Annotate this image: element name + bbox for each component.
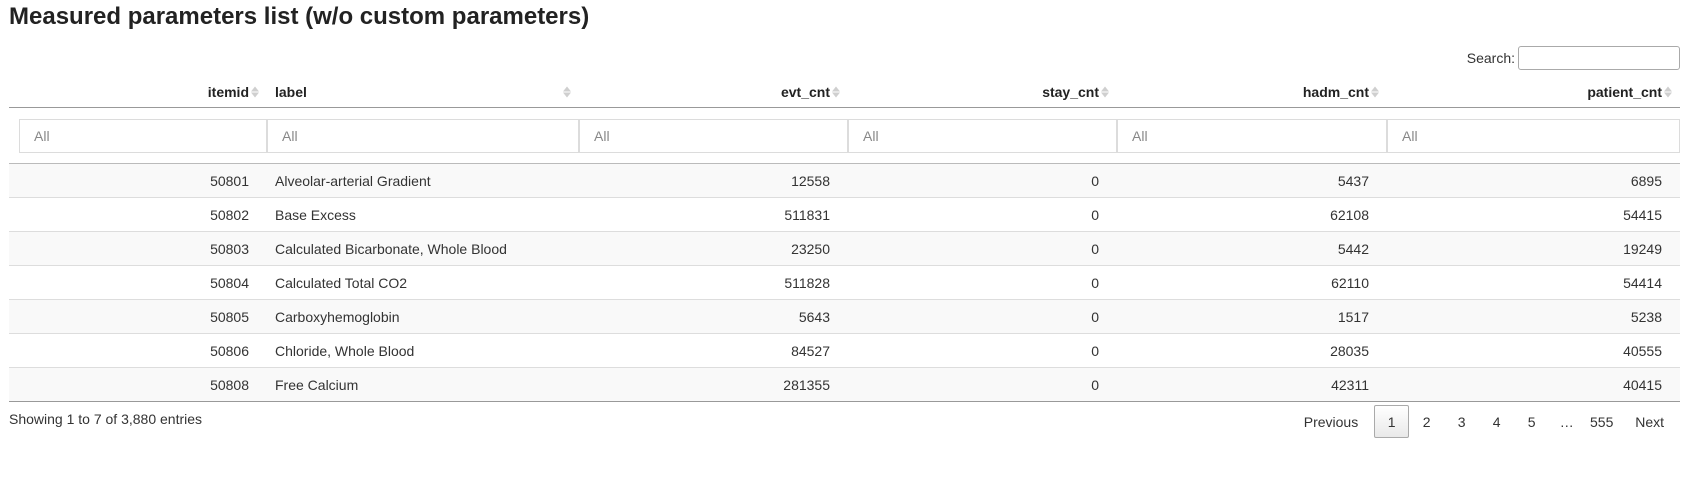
cell-patient-cnt: 40415 [1387, 367, 1680, 402]
filter-row: All All All All All All [9, 107, 1680, 164]
table-row: 50808 Free Calcium 281355 0 42311 40415 [9, 367, 1680, 402]
cell-patient-cnt: 40555 [1387, 333, 1680, 368]
cell-label: Calculated Bicarbonate, Whole Blood [267, 231, 579, 266]
parameters-table: itemid label evt_cnt stay_cnt hadm_cnt p… [9, 76, 1680, 402]
column-header-label: stay_cnt [1042, 83, 1099, 100]
cell-hadm-cnt: 62108 [1117, 197, 1387, 232]
column-header-label[interactable]: label [267, 76, 579, 108]
sort-icon[interactable] [1101, 86, 1109, 97]
column-header-hadm-cnt[interactable]: hadm_cnt [1117, 76, 1387, 108]
cell-itemid: 50806 [9, 333, 267, 368]
filter-input-label[interactable]: All [267, 118, 579, 153]
cell-patient-cnt: 54415 [1387, 197, 1680, 232]
cell-hadm-cnt: 5437 [1117, 163, 1387, 198]
table-row: 50803 Calculated Bicarbonate, Whole Bloo… [9, 231, 1680, 266]
table-body: 50801 Alveolar-arterial Gradient 12558 0… [9, 163, 1680, 402]
cell-label: Carboxyhemoglobin [267, 299, 579, 334]
cell-stay-cnt: 0 [848, 163, 1117, 198]
cell-stay-cnt: 0 [848, 231, 1117, 266]
pagination: Previous 1 2 3 4 5 … 555 Next [1288, 405, 1680, 438]
cell-itemid: 50802 [9, 197, 267, 232]
sort-icon[interactable] [1664, 86, 1672, 97]
cell-itemid: 50801 [9, 163, 267, 198]
cell-patient-cnt: 54414 [1387, 265, 1680, 300]
cell-hadm-cnt: 28035 [1117, 333, 1387, 368]
cell-itemid: 50803 [9, 231, 267, 266]
sort-icon[interactable] [1371, 86, 1379, 97]
search-label: Search: [1466, 50, 1515, 66]
pagination-ellipsis: … [1559, 413, 1574, 430]
sort-icon[interactable] [832, 86, 840, 97]
page-button-1[interactable]: 1 [1374, 405, 1410, 438]
column-header-stay-cnt[interactable]: stay_cnt [848, 76, 1117, 108]
filter-input-hadm-cnt[interactable]: All [1117, 118, 1387, 153]
cell-stay-cnt: 0 [848, 299, 1117, 334]
cell-label: Calculated Total CO2 [267, 265, 579, 300]
previous-button[interactable]: Previous [1288, 405, 1374, 438]
cell-hadm-cnt: 1517 [1117, 299, 1387, 334]
cell-evt-cnt: 23250 [579, 231, 848, 266]
column-header-evt-cnt[interactable]: evt_cnt [579, 76, 848, 108]
cell-evt-cnt: 84527 [579, 333, 848, 368]
cell-itemid: 50808 [9, 367, 267, 402]
cell-evt-cnt: 281355 [579, 367, 848, 402]
cell-stay-cnt: 0 [848, 367, 1117, 402]
column-header-label: evt_cnt [780, 83, 830, 100]
search-area: Search: [1467, 46, 1680, 70]
cell-patient-cnt: 5238 [1387, 299, 1680, 334]
search-input[interactable] [1518, 46, 1680, 70]
filter-input-stay-cnt[interactable]: All [848, 118, 1117, 153]
filter-input-itemid[interactable]: All [19, 118, 267, 153]
table-row: 50801 Alveolar-arterial Gradient 12558 0… [9, 163, 1680, 198]
page: Measured parameters list (w/o custom par… [0, 0, 1690, 484]
sort-icon[interactable] [251, 86, 259, 97]
cell-patient-cnt: 6895 [1387, 163, 1680, 198]
column-header-label: patient_cnt [1587, 83, 1662, 100]
cell-label: Chloride, Whole Blood [267, 333, 579, 368]
page-button-4[interactable]: 4 [1479, 405, 1514, 438]
table-row: 50802 Base Excess 511831 0 62108 54415 [9, 197, 1680, 232]
cell-stay-cnt: 0 [848, 197, 1117, 232]
cell-evt-cnt: 511831 [579, 197, 848, 232]
next-button[interactable]: Next [1619, 405, 1680, 438]
table-row: 50806 Chloride, Whole Blood 84527 0 2803… [9, 333, 1680, 368]
cell-hadm-cnt: 62110 [1117, 265, 1387, 300]
column-header-itemid[interactable]: itemid [9, 76, 267, 108]
cell-hadm-cnt: 5442 [1117, 231, 1387, 266]
cell-stay-cnt: 0 [848, 333, 1117, 368]
sort-icon[interactable] [563, 86, 571, 97]
cell-evt-cnt: 5643 [579, 299, 848, 334]
cell-label: Base Excess [267, 197, 579, 232]
filter-input-patient-cnt[interactable]: All [1387, 118, 1680, 153]
column-header-label-text: label [275, 83, 307, 100]
cell-itemid: 50804 [9, 265, 267, 300]
table-info: Showing 1 to 7 of 3,880 entries [9, 411, 203, 427]
page-button-3[interactable]: 3 [1444, 405, 1479, 438]
column-header-label: itemid [207, 83, 249, 100]
cell-label: Free Calcium [267, 367, 579, 402]
cell-label: Alveolar-arterial Gradient [267, 163, 579, 198]
page-button-last[interactable]: 555 [1584, 405, 1619, 438]
cell-evt-cnt: 12558 [579, 163, 848, 198]
page-button-5[interactable]: 5 [1514, 405, 1549, 438]
cell-hadm-cnt: 42311 [1117, 367, 1387, 402]
cell-evt-cnt: 511828 [579, 265, 848, 300]
filter-input-evt-cnt[interactable]: All [579, 118, 848, 153]
cell-itemid: 50805 [9, 299, 267, 334]
column-header-patient-cnt[interactable]: patient_cnt [1387, 76, 1680, 108]
page-title: Measured parameters list (w/o custom par… [9, 3, 590, 30]
cell-stay-cnt: 0 [848, 265, 1117, 300]
column-header-label: hadm_cnt [1302, 83, 1369, 100]
header-row: itemid label evt_cnt stay_cnt hadm_cnt p… [9, 76, 1680, 108]
table-row: 50804 Calculated Total CO2 511828 0 6211… [9, 265, 1680, 300]
cell-patient-cnt: 19249 [1387, 231, 1680, 266]
page-button-2[interactable]: 2 [1409, 405, 1444, 438]
table-row: 50805 Carboxyhemoglobin 5643 0 1517 5238 [9, 299, 1680, 334]
